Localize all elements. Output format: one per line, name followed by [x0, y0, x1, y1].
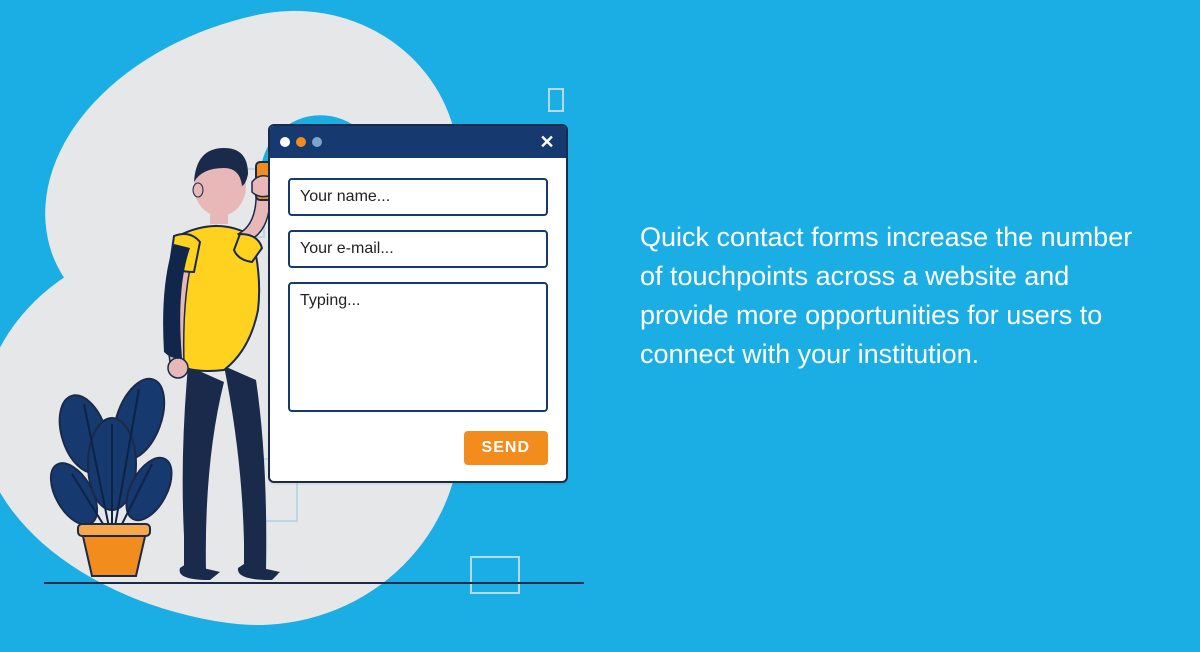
decoration-rect: [470, 556, 520, 594]
name-input[interactable]: [288, 178, 548, 216]
contact-form-window: ✕ SEND: [268, 124, 568, 483]
send-button[interactable]: SEND: [464, 431, 548, 465]
marketing-copy: Quick contact forms increase the number …: [640, 218, 1150, 375]
email-input[interactable]: [288, 230, 548, 268]
form-body: SEND: [270, 158, 566, 481]
message-textarea[interactable]: [288, 282, 548, 412]
decoration-rect: [548, 88, 564, 112]
close-icon[interactable]: ✕: [538, 133, 556, 151]
window-dot-icon: [312, 137, 322, 147]
window-dot-icon: [280, 137, 290, 147]
window-titlebar: ✕: [270, 126, 566, 158]
window-dot-icon: [296, 137, 306, 147]
traffic-lights: [280, 137, 322, 147]
